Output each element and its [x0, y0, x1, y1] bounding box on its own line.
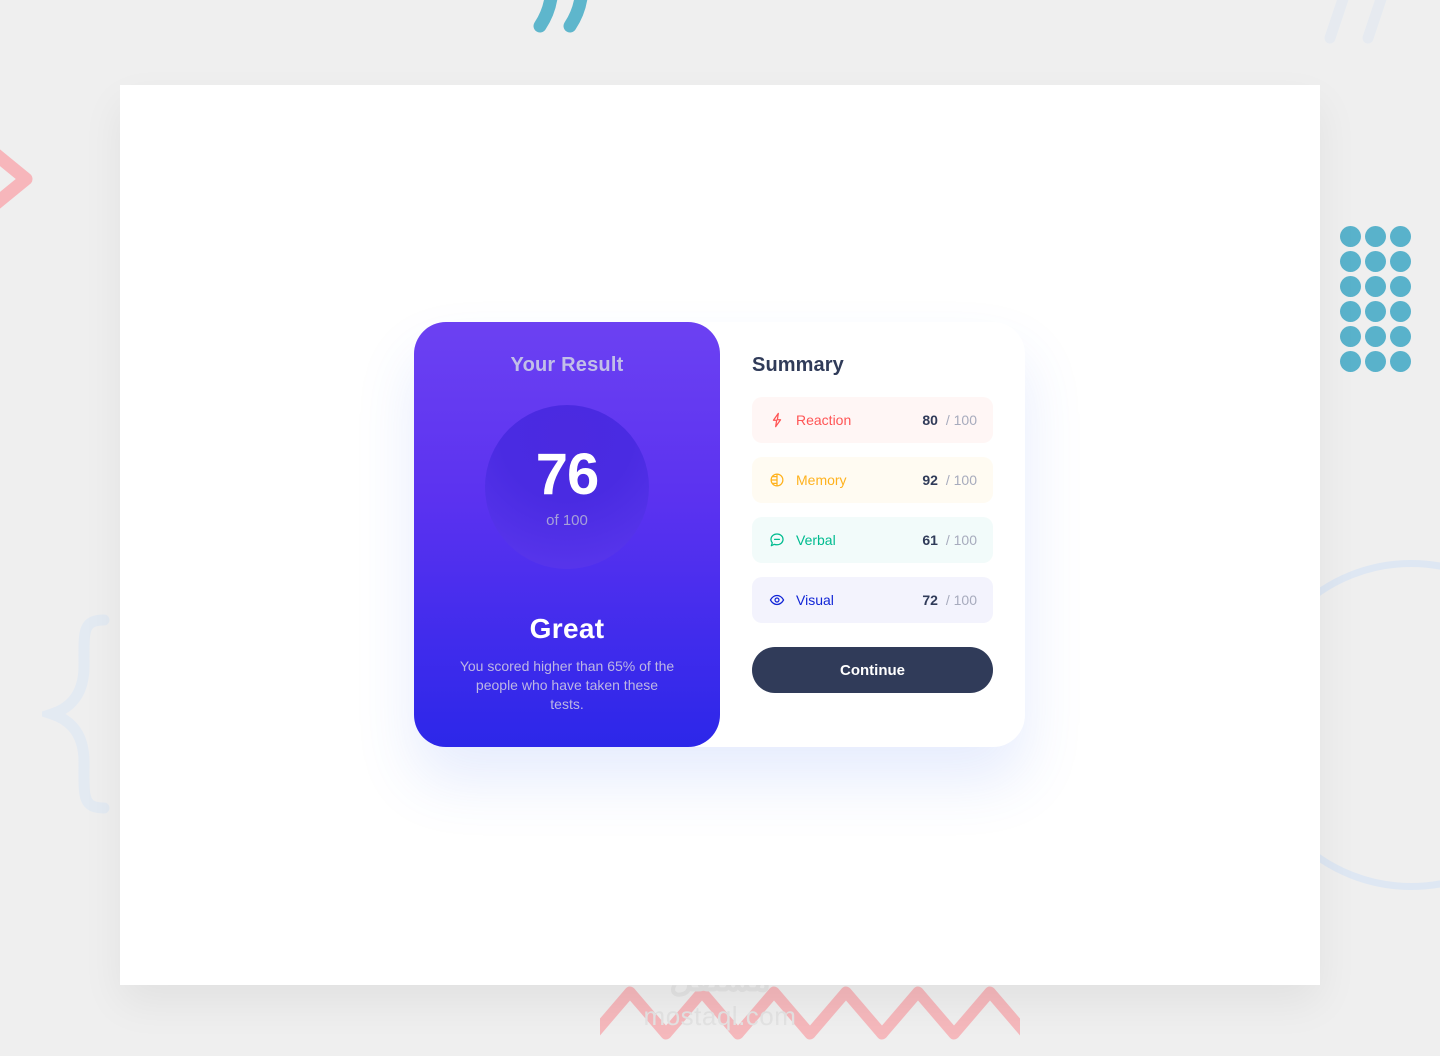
score-denominator: / 100 — [945, 532, 977, 548]
lightning-bolt-icon — [768, 411, 786, 429]
your-result-title: Your Result — [510, 354, 624, 376]
score-denominator: / 100 — [945, 472, 977, 488]
category-memory: Memory — [768, 471, 922, 489]
chevron-right-pink-icon — [0, 149, 33, 209]
summary-row-reaction[interactable]: Reaction 80 / 100 — [752, 397, 993, 443]
score-number: 61 — [922, 532, 938, 548]
brain-icon — [768, 471, 786, 489]
category-label: Visual — [796, 592, 834, 608]
category-verbal: Verbal — [768, 531, 922, 549]
category-visual: Visual — [768, 591, 922, 609]
score-number: 72 — [922, 592, 938, 608]
score-number: 92 — [922, 472, 938, 488]
score-denominator: / 100 — [945, 592, 977, 608]
category-label: Reaction — [796, 412, 852, 428]
summary-panel: Summary Reaction 80 / 100 Memory 92 / 10… — [720, 322, 1025, 747]
chat-bubble-icon — [768, 531, 786, 549]
score-panel: Your Result 76 of 100 Great You scored h… — [414, 322, 720, 747]
score-number: 80 — [922, 412, 938, 428]
result-card: Your Result 76 of 100 Great You scored h… — [414, 322, 1025, 747]
category-label: Verbal — [796, 532, 836, 548]
category-score: 61 / 100 — [922, 532, 977, 548]
summary-row-visual[interactable]: Visual 72 / 100 — [752, 577, 993, 623]
continue-button[interactable]: Continue — [752, 647, 993, 693]
screenshot-canvas: مستقل mostaql.com Your Result 76 of 100 … — [0, 0, 1440, 1056]
category-reaction: Reaction — [768, 411, 922, 429]
summary-row-memory[interactable]: Memory 92 / 100 — [752, 457, 993, 503]
score-denominator: / 100 — [945, 412, 977, 428]
score-circle: 76 of 100 — [485, 405, 649, 569]
curly-brace-icon — [42, 614, 110, 814]
watermark-latin: mostaql.com — [643, 1001, 797, 1031]
quotation-mark-blue-icon — [1324, 0, 1387, 44]
dot-grid-decoration — [1340, 226, 1415, 376]
quotation-mark-teal-icon — [533, 0, 588, 33]
score-rating: Great — [529, 613, 605, 644]
summary-title: Summary — [752, 354, 844, 376]
summary-row-verbal[interactable]: Verbal 61 / 100 — [752, 517, 993, 563]
category-score: 72 / 100 — [922, 592, 977, 608]
category-label: Memory — [796, 472, 847, 488]
score-description: You scored higher than 65% of the people… — [459, 658, 675, 712]
summary-list: Reaction 80 / 100 Memory 92 / 100 Verbal… — [752, 397, 993, 623]
category-score: 80 / 100 — [922, 412, 977, 428]
category-score: 92 / 100 — [922, 472, 977, 488]
eye-icon — [768, 591, 786, 609]
score-total-label: of 100 — [546, 511, 588, 529]
score-value: 76 — [535, 441, 600, 507]
